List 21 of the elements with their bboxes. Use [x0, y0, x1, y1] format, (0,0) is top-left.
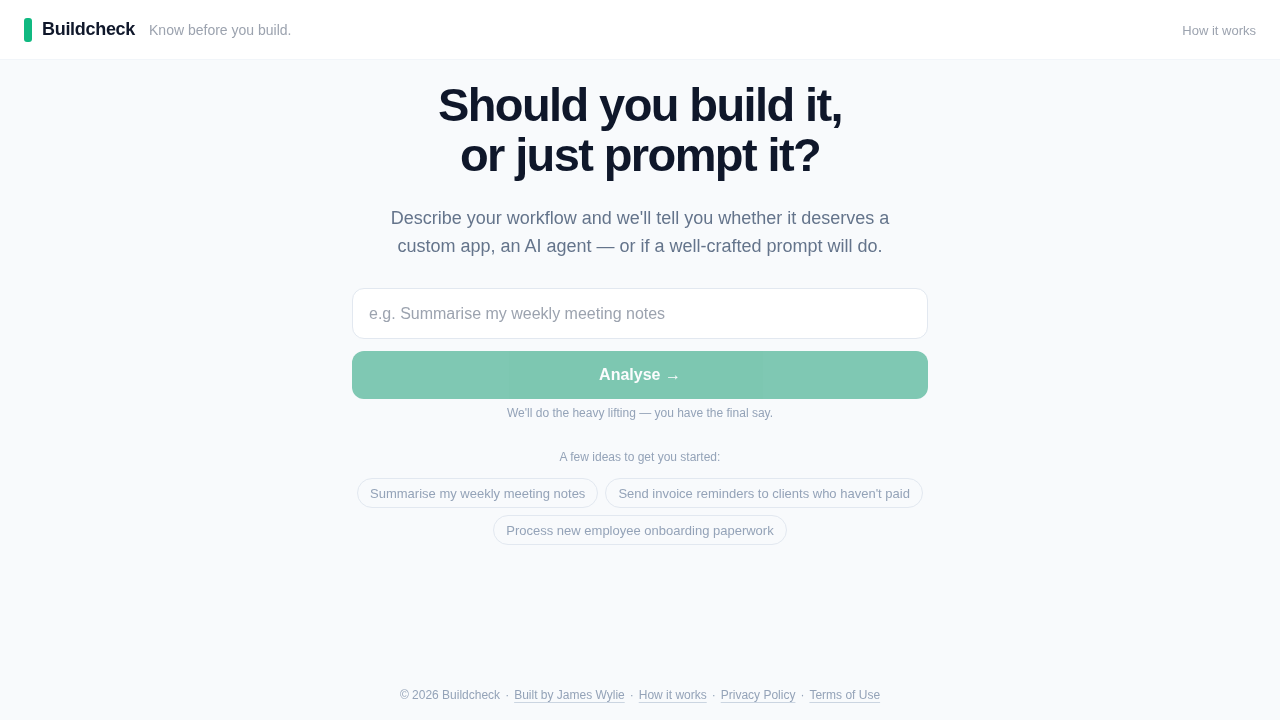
- headline: Should you build it, or just prompt it?: [438, 80, 842, 180]
- footer-link[interactable]: Built by James Wylie: [514, 687, 625, 703]
- copyright-text: © 2026 Buildcheck: [399, 687, 501, 703]
- footer-link[interactable]: Privacy Policy: [720, 687, 796, 703]
- logo-bar-icon: [24, 17, 32, 42]
- subtitle: Describe your workflow and we'll tell you whether it deserves a custom app, an AI agent — or if a well-crafted prompt will do.: [389, 207, 891, 258]
- footer-separator: ·: [505, 687, 510, 703]
- idea-chip[interactable]: Send invoice reminders to clients who haven't paid: [605, 478, 923, 508]
- tagline: Know before you build.: [149, 21, 292, 38]
- footer-link[interactable]: Terms of Use: [809, 687, 881, 703]
- nav-link[interactable]: How it works: [1182, 22, 1256, 38]
- brand-name: Buildcheck: [42, 19, 136, 40]
- workflow-input[interactable]: e.g. Summarise my weekly meeting notes: [352, 288, 928, 339]
- helper-note: We'll do the heavy lifting — you have the final say.: [507, 405, 773, 421]
- footer-separator: ·: [800, 687, 805, 703]
- idea-chip[interactable]: Summarise my weekly meeting notes: [357, 478, 599, 508]
- ideas-label: A few ideas to get you started:: [559, 449, 721, 465]
- footer-separator: ·: [711, 687, 716, 703]
- footer-link[interactable]: How it works: [638, 687, 707, 703]
- idea-chip[interactable]: Process new employee onboarding paperwork: [493, 515, 787, 545]
- footer-separator: ·: [629, 687, 634, 703]
